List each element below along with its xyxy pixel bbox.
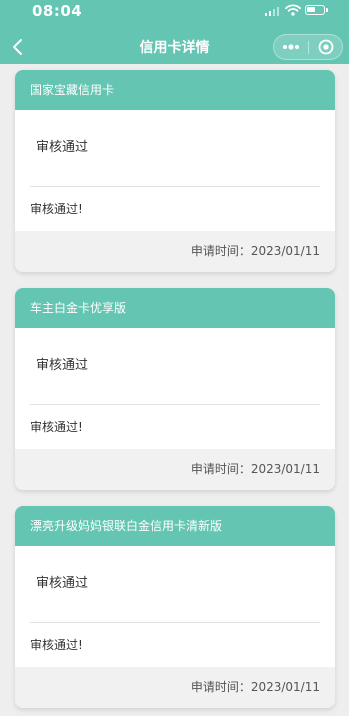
card-status: 审核通过: [30, 546, 320, 623]
status-time: 08:04: [32, 2, 83, 20]
card-name: 国家宝藏信用卡: [15, 70, 335, 110]
card-status: 审核通过: [30, 328, 320, 405]
card-status: 审核通过: [30, 110, 320, 187]
signal-icon: [265, 7, 279, 16]
mini-program-capsule: [273, 34, 343, 60]
card-apply-time: 申请时间：2023/01/11: [15, 231, 335, 272]
credit-card-item[interactable]: 车主白金卡优享版 审核通过 审核通过! 申请时间：2023/01/11: [15, 288, 335, 490]
card-name: 车主白金卡优享版: [15, 288, 335, 328]
wifi-icon: [285, 4, 301, 16]
battery-icon: [305, 5, 328, 15]
card-note: 审核通过!: [30, 638, 83, 652]
card-note: 审核通过!: [30, 420, 83, 434]
credit-card-item[interactable]: 漂亮升级妈妈银联白金信用卡清新版 审核通过 审核通过! 申请时间：2023/01…: [15, 506, 335, 708]
more-dots-icon[interactable]: [274, 35, 308, 59]
card-apply-time: 申请时间：2023/01/11: [15, 449, 335, 490]
app-header: 08:04 信用卡详情: [0, 0, 349, 64]
credit-card-item[interactable]: 国家宝藏信用卡 审核通过 审核通过! 申请时间：2023/01/11: [15, 70, 335, 272]
card-note: 审核通过!: [30, 202, 83, 216]
card-apply-time: 申请时间：2023/01/11: [15, 667, 335, 708]
card-name: 漂亮升级妈妈银联白金信用卡清新版: [15, 506, 335, 546]
target-circle-icon[interactable]: [309, 35, 343, 59]
